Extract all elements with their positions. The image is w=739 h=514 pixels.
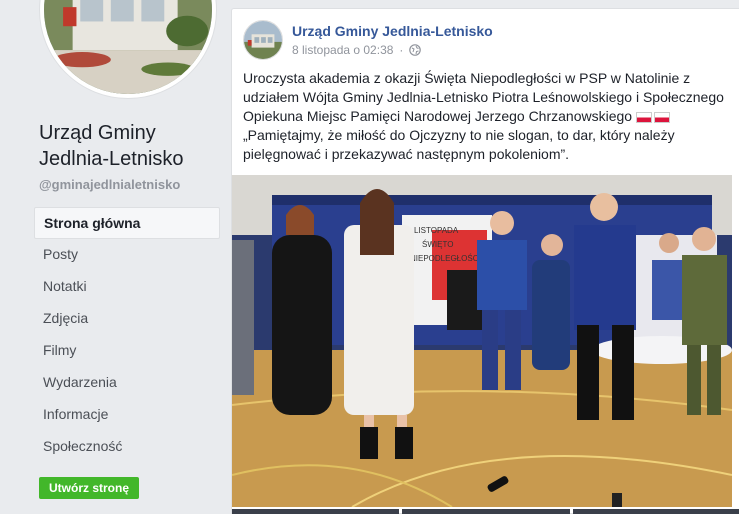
poland-flag-icon [635,112,652,123]
svg-text:ŚWIĘTO: ŚWIĘTO [422,240,453,249]
nav-item-photos[interactable]: Zdjęcia [34,303,220,335]
create-page-button[interactable]: Utwórz stronę [39,477,140,499]
photo-thumbnail[interactable] [572,509,739,514]
page-profile-picture[interactable] [40,0,216,98]
photo-thumbnail[interactable] [232,509,400,514]
post-author-name[interactable]: Urząd Gminy Jedlnia-Letnisko [292,23,493,39]
page-username[interactable]: @gminajedlnialetnisko [39,177,180,192]
nav-item-videos[interactable]: Filmy [34,335,220,367]
nav-item-home[interactable]: Strona główna [34,207,220,239]
post-card: Urząd Gminy Jedlnia-Letnisko 8 listopada… [231,8,739,514]
svg-text:NIEPODLEGŁOŚCI: NIEPODLEGŁOŚCI [410,254,481,263]
post-author-avatar[interactable] [243,20,283,60]
banner-text: LISTOPADA [414,226,459,235]
post-timestamp[interactable]: 8 listopada o 02:38 [292,43,393,57]
page-nav: Strona główna Posty Notatki Zdjęcia Film… [34,207,220,463]
post-message: Uroczysta akademia z okazji Święta Niepo… [243,69,731,164]
nav-item-community[interactable]: Społeczność [34,431,220,463]
meta-separator: · [399,43,404,57]
photo-thumbnails [232,509,739,514]
post-photo[interactable]: LISTOPADA ŚWIĘTO NIEPODLEGŁOŚCI [232,175,732,507]
page-sidebar: Urząd Gminy Jedlnia-Letnisko @gminajedln… [0,0,232,514]
globe-icon[interactable] [409,44,422,56]
nav-item-events[interactable]: Wydarzenia [34,367,220,399]
nav-item-posts[interactable]: Posty [34,239,220,271]
nav-item-notes[interactable]: Notatki [34,271,220,303]
photo-thumbnail[interactable] [402,509,570,514]
post-meta: 8 listopada o 02:38 · [292,43,422,57]
page-title[interactable]: Urząd Gminy Jedlnia-Letnisko [39,120,229,172]
nav-item-about[interactable]: Informacje [34,399,220,431]
flag-emoji-group [635,112,670,123]
poland-flag-icon [653,112,670,123]
post-message-quote: „Pamiętajmy, że miłość do Ojczyzny to ni… [243,127,675,162]
